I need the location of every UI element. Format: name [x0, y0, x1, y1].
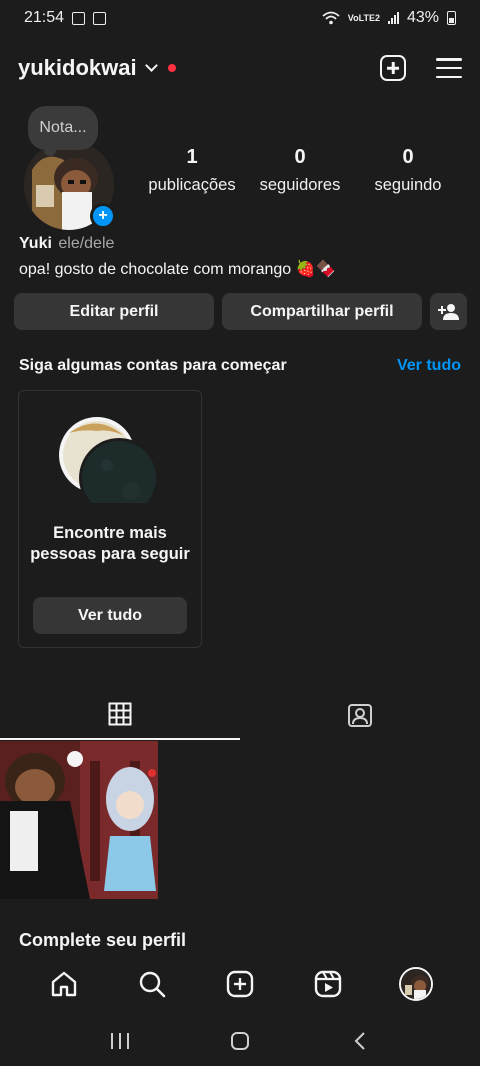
- find-people-text: Encontre mais pessoas para seguir: [30, 524, 190, 563]
- add-user-icon: [437, 303, 459, 320]
- bottom-navigation: [0, 960, 480, 1008]
- profile-tabs: [0, 690, 480, 740]
- stat-value: 1: [186, 146, 198, 168]
- stat-label: seguindo: [374, 176, 442, 194]
- profile-header: yukidokwai: [0, 46, 480, 90]
- volte-label: VoLTE2: [347, 12, 380, 23]
- back-chevron-icon: [354, 1032, 365, 1050]
- suggestions-header: Siga algumas contas para começar Ver tud…: [19, 357, 461, 375]
- grid-icon: [108, 702, 132, 726]
- username: yukidokwai: [18, 55, 137, 80]
- nav-home[interactable]: [40, 960, 88, 1008]
- edit-profile-button[interactable]: Editar perfil: [14, 293, 214, 330]
- pronouns: ele/dele: [58, 235, 115, 252]
- nav-create[interactable]: [216, 960, 264, 1008]
- find-people-card: Encontre mais pessoas para seguir Ver tu…: [18, 390, 202, 648]
- status-time: 21:54: [24, 9, 65, 26]
- home-square-icon: [231, 1032, 249, 1050]
- home-icon: [51, 971, 77, 997]
- back-button[interactable]: [340, 1021, 380, 1061]
- stat-value: 0: [294, 146, 306, 168]
- tab-tagged[interactable]: [240, 690, 480, 740]
- people-avatars: [59, 417, 159, 503]
- profile-avatar-icon: [399, 967, 433, 1001]
- find-people-button[interactable]: Ver tudo: [33, 597, 187, 634]
- tagged-icon: [348, 704, 372, 727]
- stat-value: 0: [402, 146, 414, 168]
- stat-label: seguidores: [259, 176, 341, 194]
- account-switcher[interactable]: yukidokwai: [18, 55, 176, 81]
- status-left: 21:54: [24, 9, 107, 27]
- system-navigation: [0, 1016, 480, 1066]
- note-placeholder: Nota...: [39, 119, 87, 136]
- discover-people-button[interactable]: [430, 293, 467, 330]
- notification-dot: [167, 64, 176, 72]
- name-line: Yuki ele/dele: [19, 235, 114, 253]
- nav-profile[interactable]: [392, 960, 440, 1008]
- recents-icon: [111, 1033, 129, 1049]
- header-actions: [380, 55, 462, 81]
- wifi-icon: [322, 11, 340, 25]
- status-right: VoLTE2 43%: [322, 9, 456, 27]
- share-profile-button[interactable]: Compartilhar perfil: [222, 293, 422, 330]
- gallery-icon: [72, 11, 86, 25]
- status-bar: 21:54 VoLTE2 43%: [0, 0, 480, 36]
- stat-posts[interactable]: 1 publicações: [140, 146, 244, 195]
- profile-actions: Editar perfil Compartilhar perfil: [14, 293, 467, 330]
- stat-label: publicações: [148, 176, 236, 194]
- create-icon: [226, 970, 254, 998]
- battery-text: 43%: [406, 9, 439, 26]
- recent-apps-button[interactable]: [100, 1021, 140, 1061]
- profile-stats: 1 publicações 0 seguidores 0 seguindo: [140, 146, 460, 195]
- add-story-button[interactable]: +: [90, 203, 116, 229]
- see-all-link[interactable]: Ver tudo: [397, 357, 461, 375]
- battery-icon: [447, 11, 456, 25]
- post-image: [0, 741, 158, 899]
- stat-following[interactable]: 0 seguindo: [356, 146, 460, 195]
- nav-reels[interactable]: [304, 960, 352, 1008]
- nav-search[interactable]: [128, 960, 176, 1008]
- suggestions-title: Siga algumas contas para começar: [19, 357, 287, 374]
- bio: opa! gosto de chocolate com morango 🍓🍫: [19, 261, 336, 278]
- checkbox-icon: [93, 11, 107, 25]
- stat-followers[interactable]: 0 seguidores: [248, 146, 352, 195]
- menu-icon[interactable]: [436, 58, 462, 78]
- new-post-icon[interactable]: [380, 55, 406, 81]
- post-thumbnail[interactable]: [0, 741, 158, 899]
- display-name: Yuki: [19, 235, 52, 252]
- home-button[interactable]: [220, 1021, 260, 1061]
- search-icon: [139, 971, 166, 998]
- chevron-down-icon: [144, 59, 158, 72]
- reels-icon: [314, 970, 342, 998]
- note-bubble[interactable]: Nota...: [28, 106, 98, 156]
- tab-posts-grid[interactable]: [0, 690, 240, 740]
- signal-icon: [387, 12, 399, 24]
- complete-profile-heading: Complete seu perfil: [19, 930, 187, 950]
